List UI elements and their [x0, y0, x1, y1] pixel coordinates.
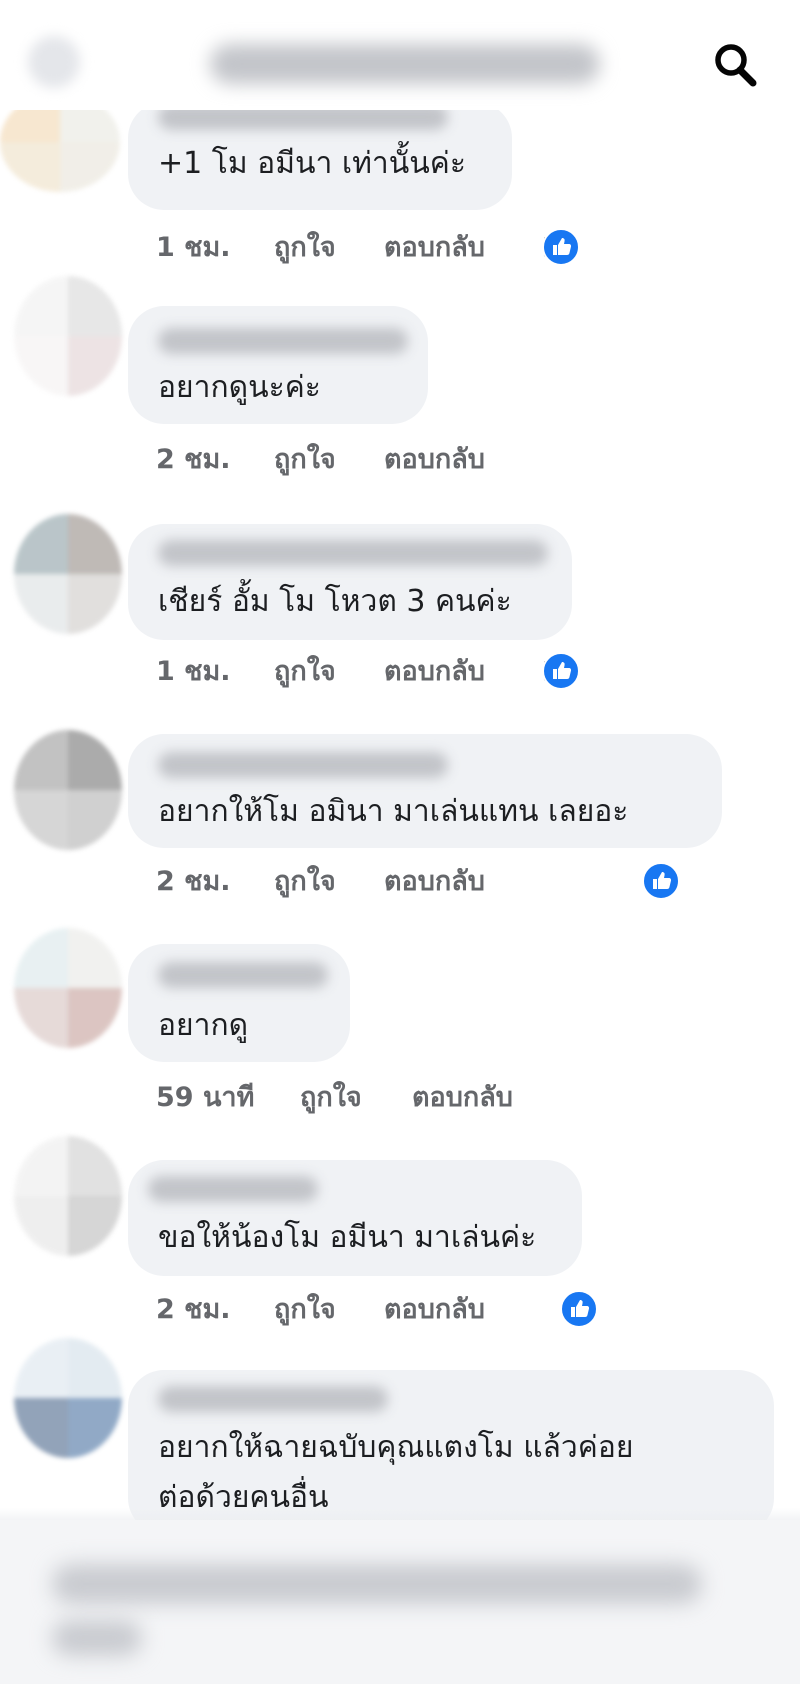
avatar[interactable]: [14, 1136, 122, 1256]
comment-time: 1 ชม.: [156, 656, 231, 687]
like-action[interactable]: ถูกใจ: [274, 440, 336, 480]
comment-text-line: อยากให้ฉายฉบับคุณแตงโม แล้วค่อย: [158, 1430, 634, 1465]
thumbs-up-icon: [642, 862, 680, 900]
reaction-count[interactable]: 15: [642, 862, 682, 902]
thumbs-up-icon: [542, 228, 580, 266]
reaction-count[interactable]: 2: [542, 652, 580, 692]
comment-composer-blurred[interactable]: [0, 1520, 800, 1684]
comment-text: อยากดู: [158, 1008, 249, 1043]
commenter-name-blurred[interactable]: [158, 1386, 388, 1412]
avatar[interactable]: [14, 276, 122, 396]
comment-text: อยากให้โม อมินา มาเล่นแทน เลยอะ: [158, 794, 629, 829]
avatar[interactable]: [14, 514, 122, 634]
reply-action[interactable]: ตอบกลับ: [412, 1078, 513, 1118]
commenter-name-blurred[interactable]: [148, 1176, 318, 1202]
comment-time: 2 ชม.: [156, 866, 231, 897]
reply-action[interactable]: ตอบกลับ: [384, 1290, 485, 1330]
comment-bubble[interactable]: อยากให้โม อมินา มาเล่นแทน เลยอะ: [128, 734, 722, 848]
comment-text: +1 โม อมีนา เท่านั้นค่ะ: [158, 146, 466, 181]
comment-bubble[interactable]: +1 โม อมีนา เท่านั้นค่ะ: [128, 102, 512, 210]
reply-action[interactable]: ตอบกลับ: [384, 862, 485, 902]
comment-time: 2 ชม.: [156, 444, 231, 475]
avatar[interactable]: [14, 730, 122, 850]
reaction-count[interactable]: 11: [560, 1290, 600, 1330]
reply-action[interactable]: ตอบกลับ: [384, 652, 485, 692]
commenter-name-blurred[interactable]: [158, 752, 448, 778]
composer-text-blurred: [52, 1620, 142, 1656]
like-action[interactable]: ถูกใจ: [274, 862, 336, 902]
comment-time: 2 ชม.: [156, 1294, 231, 1325]
top-bar: [0, 0, 800, 110]
comment-text: เชียร์ อั้ม โม โหวต 3 คนค่ะ: [158, 584, 512, 619]
page-title-blurred: [210, 44, 600, 84]
reply-action[interactable]: ตอบกลับ: [384, 440, 485, 480]
commenter-name-blurred[interactable]: [158, 328, 408, 354]
reply-action[interactable]: ตอบกลับ: [384, 228, 485, 268]
commenter-name-blurred[interactable]: [158, 962, 328, 988]
like-action[interactable]: ถูกใจ: [300, 1078, 362, 1118]
comment-bubble[interactable]: ขอให้น้องโม อมีนา มาเล่นค่ะ: [128, 1160, 582, 1276]
comment-bubble[interactable]: เชียร์ อั้ม โม โหวต 3 คนค่ะ: [128, 524, 572, 640]
comment-bubble[interactable]: อยากดูนะค่ะ: [128, 306, 428, 424]
back-arrow-icon[interactable]: [28, 36, 80, 88]
thumbs-up-icon: [542, 652, 580, 690]
composer-text-blurred: [52, 1564, 702, 1604]
avatar[interactable]: [14, 1338, 122, 1458]
commenter-name-blurred[interactable]: [158, 540, 548, 566]
like-action[interactable]: ถูกใจ: [274, 652, 336, 692]
comment-text: อยากดูนะค่ะ: [158, 370, 321, 405]
comment-time: 1 ชม.: [156, 232, 231, 263]
reaction-count[interactable]: 2: [542, 228, 580, 268]
comment-time: 59 นาที: [156, 1082, 255, 1113]
search-icon[interactable]: [708, 38, 764, 94]
comment-bubble[interactable]: อยากดู: [128, 944, 350, 1062]
thumbs-up-icon: [560, 1290, 598, 1328]
like-action[interactable]: ถูกใจ: [274, 228, 336, 268]
avatar[interactable]: [14, 928, 122, 1048]
comment-text: ขอให้น้องโม อมีนา มาเล่นค่ะ: [158, 1220, 537, 1255]
like-action[interactable]: ถูกใจ: [274, 1290, 336, 1330]
